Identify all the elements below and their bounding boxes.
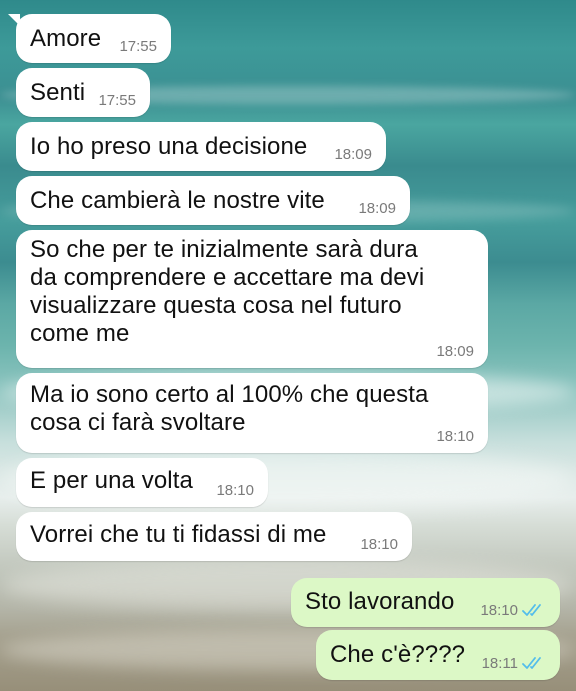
- message-time: 18:10: [480, 602, 518, 619]
- incoming-message[interactable]: Io ho preso una decisione 18:09: [16, 122, 386, 171]
- message-text: Senti: [30, 79, 86, 106]
- message-time: 18:09: [436, 343, 474, 360]
- message-text: Io ho preso una decisione: [30, 133, 308, 160]
- incoming-message[interactable]: E per una volta 18:10: [16, 458, 268, 507]
- message-text: Amore: [30, 25, 102, 52]
- outgoing-message[interactable]: Che c'è???? 18:11: [316, 630, 560, 680]
- double-check-icon: [522, 604, 541, 616]
- double-check-icon: [522, 657, 541, 669]
- message-time: 18:09: [358, 200, 396, 217]
- message-text: Sto lavorando: [305, 588, 455, 615]
- incoming-message[interactable]: Senti 17:55: [16, 68, 150, 117]
- message-time: 17:55: [98, 92, 136, 109]
- message-time: 18:10: [216, 482, 254, 499]
- incoming-message[interactable]: Che cambierà le nostre vite 18:09: [16, 176, 410, 225]
- message-text: Che c'è????: [330, 641, 466, 668]
- message-text: E per una volta: [30, 467, 193, 494]
- bubble-tail: [8, 14, 20, 26]
- message-text: Che cambierà le nostre vite: [30, 187, 325, 214]
- message-time: 18:09: [334, 146, 372, 163]
- incoming-message[interactable]: Vorrei che tu ti fidassi di me 18:10: [16, 512, 412, 561]
- outgoing-message[interactable]: Sto lavorando 18:10: [291, 578, 560, 627]
- incoming-message[interactable]: Amore 17:55: [8, 14, 171, 63]
- message-text: So che per te inizialmente sarà dura da …: [30, 236, 425, 347]
- incoming-message[interactable]: Ma io sono certo al 100% che questa cosa…: [16, 373, 488, 453]
- message-text: Vorrei che tu ti fidassi di me: [30, 521, 327, 548]
- message-text: Ma io sono certo al 100% che questa cosa…: [30, 381, 429, 436]
- message-time: 18:10: [436, 428, 474, 445]
- incoming-message[interactable]: So che per te inizialmente sarà dura da …: [16, 230, 488, 368]
- message-time: 18:11: [481, 655, 518, 672]
- message-time: 17:55: [119, 38, 157, 55]
- message-time: 18:10: [360, 536, 398, 553]
